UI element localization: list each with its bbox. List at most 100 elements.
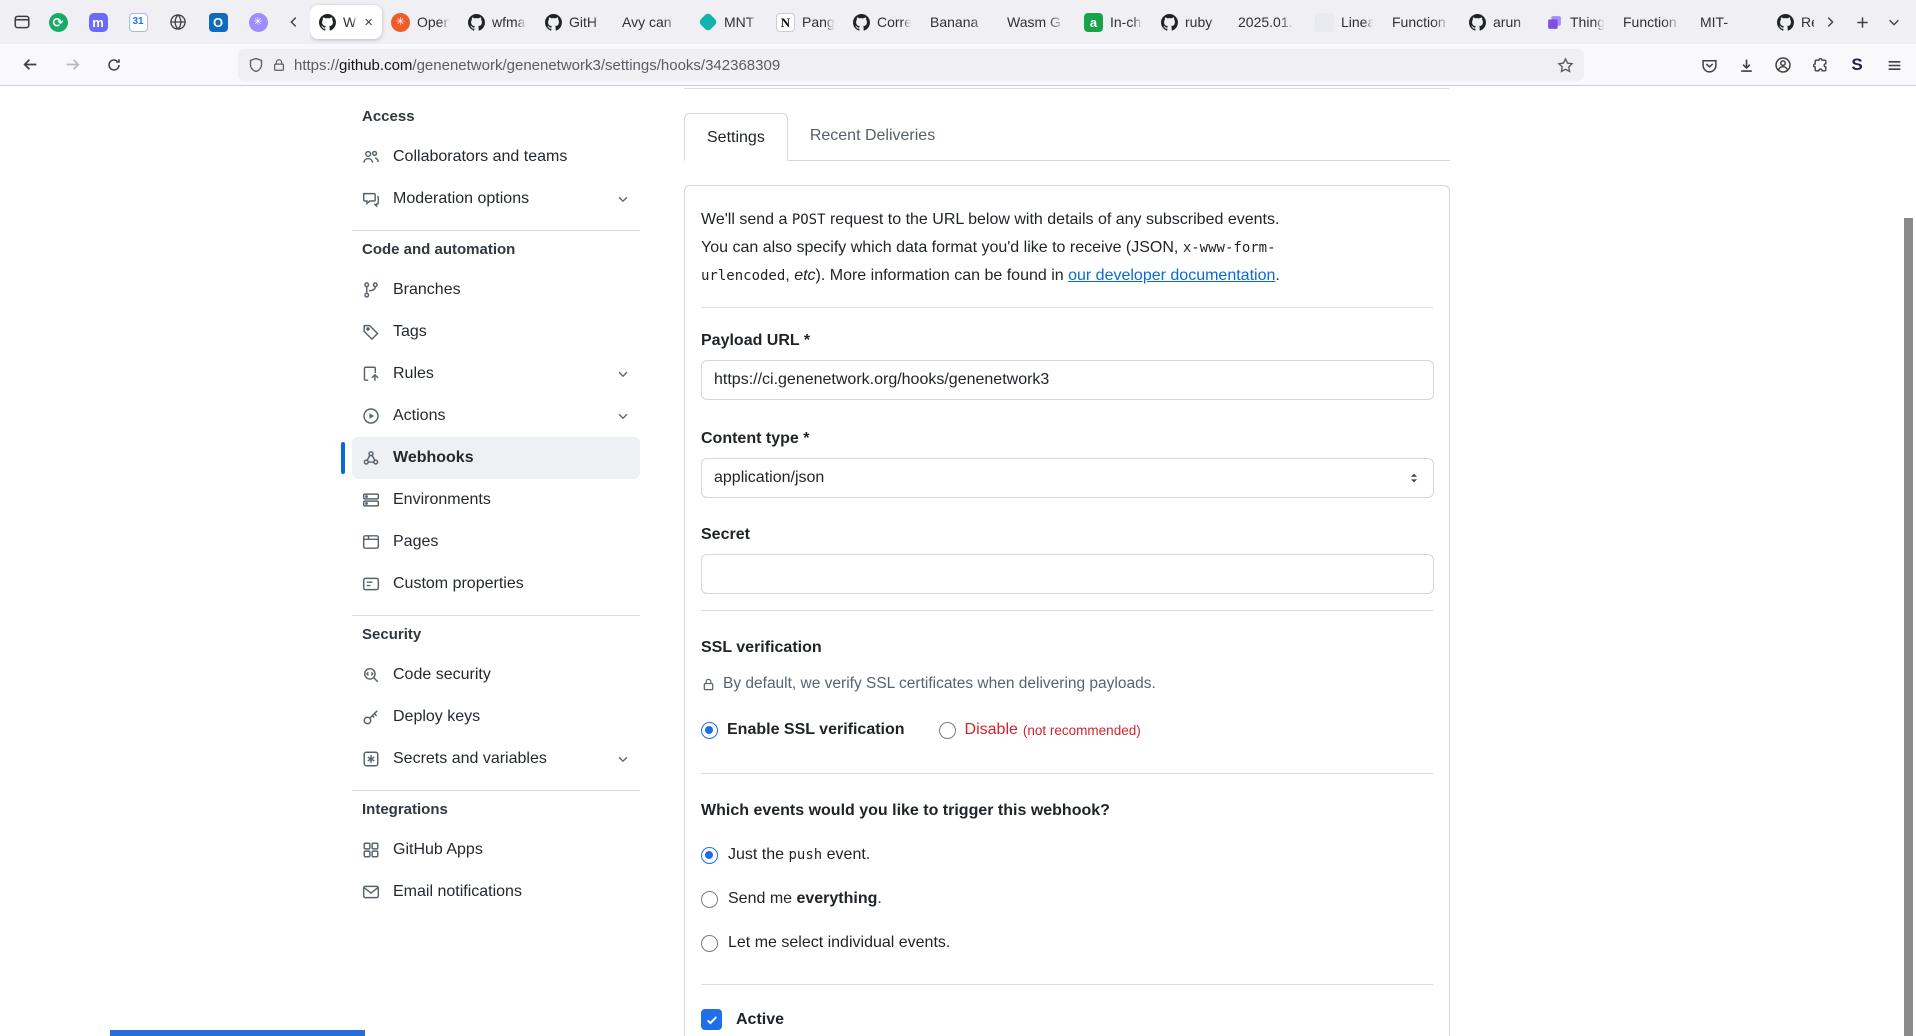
pinned-tab-openai-purple[interactable]: ✳ <box>238 5 278 39</box>
people-icon <box>362 148 380 166</box>
sidebar-divider <box>352 790 640 791</box>
sidebar-item-environments[interactable]: Environments <box>352 479 640 521</box>
browser-window-icon <box>362 533 380 551</box>
browser-tab-linea[interactable]: ·Linea <box>1306 5 1383 39</box>
firefox-view-icon[interactable] <box>6 6 38 38</box>
event-radio-2[interactable] <box>701 935 718 952</box>
sidebar-item-label: Custom properties <box>393 575 524 593</box>
sidebar-item-collaborators-and-teams[interactable]: Collaborators and teams <box>352 136 640 178</box>
enable-ssl-radio[interactable] <box>701 722 718 739</box>
sidebar-item-email-notifications[interactable]: Email notifications <box>352 871 640 913</box>
secret-input[interactable] <box>701 554 1434 594</box>
browser-tab-banana[interactable]: Banana <box>921 5 998 39</box>
browser-tab-mnt[interactable]: MNT <box>690 5 767 39</box>
browser-tab-wasm-g[interactable]: Wasm G <box>998 5 1075 39</box>
sidebar-item-tags[interactable]: Tags <box>352 311 640 353</box>
back-button[interactable] <box>14 49 46 81</box>
sidebar-item-pages[interactable]: Pages <box>352 521 640 563</box>
browser-tab-thing[interactable]: Thing <box>1537 5 1614 39</box>
pinned-tab-calendar[interactable]: 31 <box>118 5 158 39</box>
sidebar-item-moderation-options[interactable]: Moderation options <box>352 178 640 220</box>
browser-tab-wfma[interactable]: wfma <box>459 5 536 39</box>
browser-tab-gith[interactable]: GitH <box>536 5 613 39</box>
browser-tab-function[interactable]: Function <box>1614 5 1691 39</box>
sidebar-item-custom-properties[interactable]: Custom properties <box>352 563 640 605</box>
bookmark-star-icon[interactable] <box>1557 57 1574 74</box>
tab-settings[interactable]: Settings <box>684 113 788 161</box>
github-favicon <box>1469 14 1486 31</box>
browser-tab-corre[interactable]: Corre <box>844 5 921 39</box>
github-favicon <box>1777 14 1794 31</box>
payload-url-input[interactable] <box>701 360 1434 400</box>
close-tab-icon[interactable]: × <box>364 14 373 31</box>
divider <box>701 984 1433 985</box>
sidebar-item-rules[interactable]: Rules <box>352 353 640 395</box>
scroll-tabs-right-icon[interactable] <box>1814 6 1846 38</box>
webhook-description: We'll send a POST request to the URL bel… <box>701 206 1433 290</box>
browser-tab-avy-can[interactable]: Avy can <box>613 5 690 39</box>
lock-icon[interactable] <box>272 58 286 72</box>
sidebar-divider <box>352 230 640 231</box>
active-label: Active <box>736 1011 784 1029</box>
sidebar-section-header: Security <box>362 626 640 648</box>
active-checkbox[interactable] <box>701 1009 722 1030</box>
browser-tab-we[interactable]: We × <box>310 5 382 39</box>
tab-label: wfma <box>492 14 527 30</box>
tracking-shield-icon[interactable] <box>248 57 264 73</box>
url-bar[interactable]: https://github.com/genenetwork/genenetwo… <box>238 49 1584 81</box>
downloads-icon[interactable] <box>1730 49 1762 81</box>
asterisk-box-icon <box>362 750 380 768</box>
browser-tab-pang[interactable]: NPang <box>767 5 844 39</box>
tab-recent-deliveries[interactable]: Recent Deliveries <box>788 112 957 160</box>
account-icon[interactable] <box>1767 49 1799 81</box>
sidebar-item-secrets-and-variables[interactable]: Secrets and variables <box>352 738 640 780</box>
sidebar-item-actions[interactable]: Actions <box>352 395 640 437</box>
webhook-icon <box>362 449 380 467</box>
event-option-1: Send me everything. <box>701 888 1433 910</box>
browser-tab-in-ch[interactable]: aIn-ch <box>1075 5 1152 39</box>
browser-tab-open[interactable]: ✳Open <box>382 5 459 39</box>
disable-ssl-label[interactable]: Disable <box>965 721 1018 739</box>
reload-button[interactable] <box>98 49 130 81</box>
s-extension-icon[interactable]: S <box>1841 49 1873 81</box>
disable-ssl-radio[interactable] <box>939 722 956 739</box>
event-radio-1[interactable] <box>701 891 718 908</box>
list-all-tabs-icon[interactable] <box>1878 6 1910 38</box>
menu-icon[interactable] <box>1878 49 1910 81</box>
browser-tab-ruby[interactable]: ruby <box>1152 5 1229 39</box>
browser-tab-arun[interactable]: arun <box>1460 5 1537 39</box>
pinned-tab-sync-green[interactable]: ⟳ <box>38 5 78 39</box>
discussion-icon <box>362 190 380 208</box>
new-tab-button[interactable] <box>1846 6 1878 38</box>
url-text[interactable]: https://github.com/genenetwork/genenetwo… <box>294 57 1557 74</box>
page-scrollbar-thumb[interactable] <box>1904 218 1913 1036</box>
tab-label: Open <box>417 14 450 30</box>
chevron-down-icon <box>616 752 630 766</box>
sidebar-item-code-security[interactable]: Code security <box>352 654 640 696</box>
pinned-tab-globe[interactable] <box>158 5 198 39</box>
browser-tab-2025-01-[interactable]: 2025.01. <box>1229 5 1306 39</box>
browser-tab-re[interactable]: Re <box>1768 5 1814 39</box>
chevron-down-icon <box>616 367 630 381</box>
pinned-tab-mastodon[interactable]: m <box>78 5 118 39</box>
forward-button[interactable] <box>56 49 88 81</box>
sidebar-item-branches[interactable]: Branches <box>352 269 640 311</box>
pinned-tab-outlook[interactable]: O <box>198 5 238 39</box>
event-option-0: Just the push event. <box>701 844 1433 866</box>
event-radio-0[interactable] <box>701 847 718 864</box>
pocket-icon[interactable] <box>1693 49 1725 81</box>
sidebar-item-github-apps[interactable]: GitHub Apps <box>352 829 640 871</box>
extensions-icon[interactable] <box>1804 49 1836 81</box>
tab-label: Re <box>1801 14 1814 30</box>
sidebar-item-deploy-keys[interactable]: Deploy keys <box>352 696 640 738</box>
scroll-tabs-left-icon[interactable] <box>278 6 310 38</box>
content-type-select[interactable]: application/json <box>701 458 1434 498</box>
sidebar-item-webhooks[interactable]: Webhooks <box>352 437 640 479</box>
browser-tab-function[interactable]: Function <box>1383 5 1460 39</box>
tab-label: We <box>343 14 357 30</box>
tab-label: Wasm G <box>1007 14 1066 30</box>
tab-label: Avy can <box>622 14 681 30</box>
rules-icon <box>362 365 380 383</box>
browser-tab-mit-[interactable]: MIT- <box>1691 5 1768 39</box>
developer-documentation-link[interactable]: our developer documentation <box>1068 267 1275 284</box>
